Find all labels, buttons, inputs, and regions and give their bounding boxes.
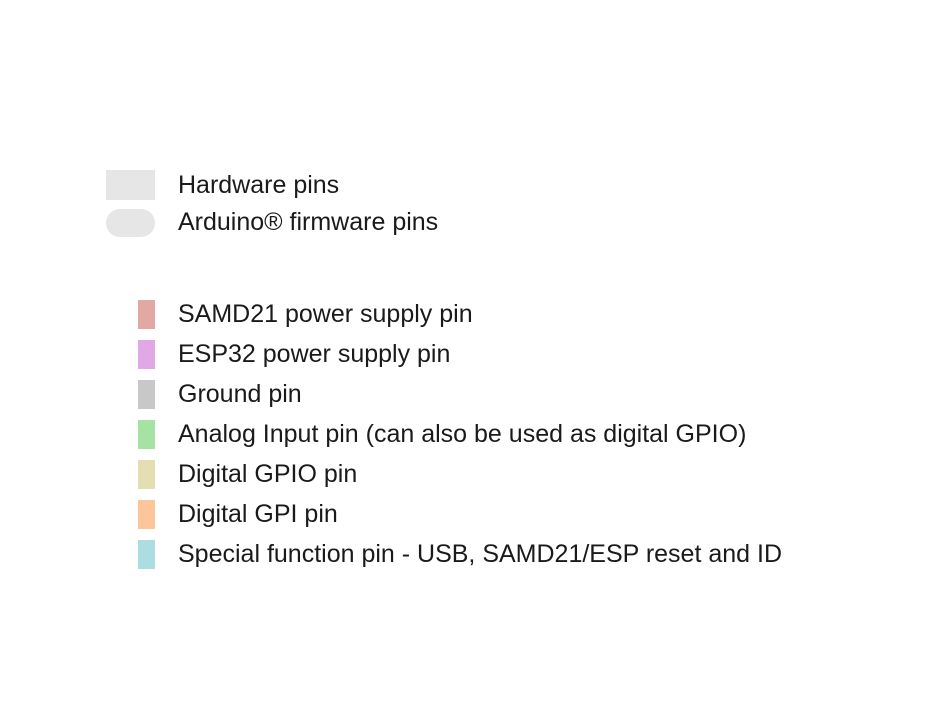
legend-item-hardware-pins: Hardware pins — [0, 170, 946, 200]
legend-item-firmware-pins: Arduino® firmware pins — [0, 207, 946, 237]
legend-label: SAMD21 power supply pin — [178, 300, 473, 328]
legend-item-samd21-power: SAMD21 power supply pin — [0, 299, 946, 329]
legend-label: Ground pin — [178, 380, 302, 408]
legend-label: ESP32 power supply pin — [178, 340, 451, 368]
legend-label: Analog Input pin (can also be used as di… — [178, 420, 747, 448]
legend-item-digital-gpi: Digital GPI pin — [0, 499, 946, 529]
digital-gpi-swatch — [138, 500, 155, 529]
hardware-pin-swatch — [106, 170, 155, 200]
samd21-power-swatch — [138, 300, 155, 329]
legend-item-esp32-power: ESP32 power supply pin — [0, 339, 946, 369]
legend-label: Arduino® firmware pins — [178, 208, 439, 236]
legend-label: Hardware pins — [178, 171, 340, 199]
esp32-power-swatch — [138, 340, 155, 369]
legend-item-digital-gpio: Digital GPIO pin — [0, 459, 946, 489]
legend-label: Digital GPIO pin — [178, 460, 358, 488]
pinout-legend: Hardware pins Arduino® firmware pins SAM… — [0, 0, 946, 711]
legend-item-ground: Ground pin — [0, 379, 946, 409]
analog-input-swatch — [138, 420, 155, 449]
digital-gpio-swatch — [138, 460, 155, 489]
legend-label: Special function pin - USB, SAMD21/ESP r… — [178, 540, 783, 568]
ground-swatch — [138, 380, 155, 409]
special-function-swatch — [138, 540, 155, 569]
legend-label: Digital GPI pin — [178, 500, 338, 528]
legend-item-analog-input: Analog Input pin (can also be used as di… — [0, 419, 946, 449]
firmware-pin-swatch — [106, 209, 155, 237]
legend-item-special-function: Special function pin - USB, SAMD21/ESP r… — [0, 539, 946, 569]
